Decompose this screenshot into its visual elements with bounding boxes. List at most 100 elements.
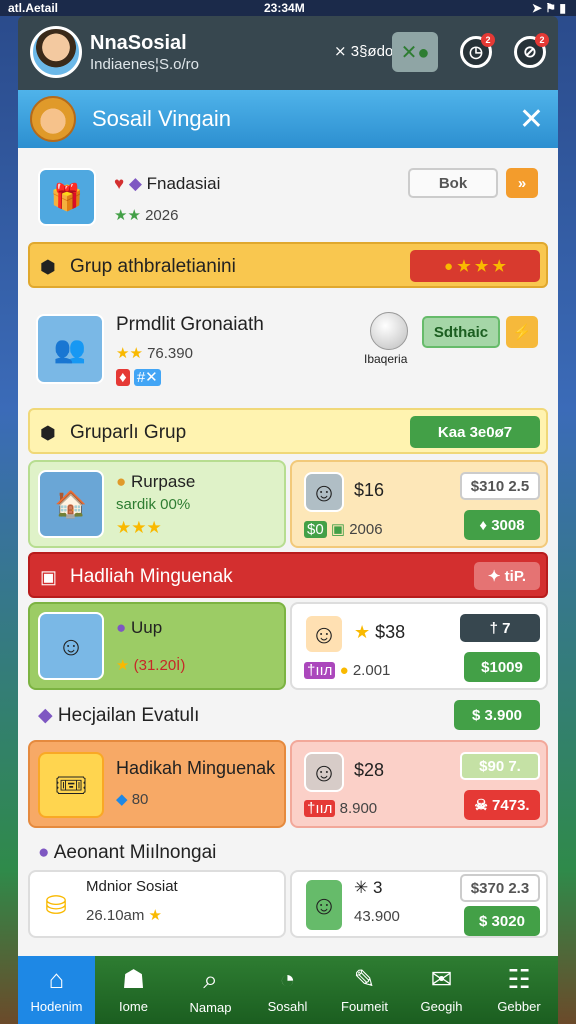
card-d-value: 2.001 bbox=[352, 662, 391, 679]
search-icon: ⌕ bbox=[203, 964, 218, 994]
nav-label: Sosahl bbox=[267, 999, 308, 1014]
card-f-pill: $90 7. bbox=[460, 752, 540, 780]
group-section-label: Gruparlı Grup bbox=[70, 422, 187, 443]
card-h-pill: $370 2.3 bbox=[460, 874, 540, 902]
nav-label: Geogih bbox=[420, 999, 463, 1014]
main-panel: Sosail Vingain ✕ 🎁 ♥ ◆ Fnadasiai ★ ★ 2026… bbox=[18, 90, 558, 956]
heart-icon: ♥ bbox=[114, 174, 125, 193]
weekly-gift-label: Hadliah Minguenak bbox=[70, 566, 233, 587]
lightning-button[interactable]: ⚡ bbox=[506, 316, 538, 348]
clock-icon: ◷ bbox=[469, 44, 483, 61]
card-f-buy-button[interactable]: ☠ 7473. bbox=[464, 790, 540, 820]
close-icon[interactable]: ✕ bbox=[519, 102, 544, 137]
house-icon: 🏠 bbox=[38, 470, 104, 538]
card-weekly-gift[interactable]: 🎟 Hadikah Minguenak ◆ 80 bbox=[28, 740, 286, 828]
ticket-icon: 🎟 bbox=[38, 752, 104, 818]
section4-button[interactable]: $ 3.900 bbox=[454, 700, 540, 730]
card-c-sub: (31.20İ) bbox=[133, 657, 186, 674]
card-mdnior[interactable]: ⛁ Mdnior Sosiat 26.10am ★ bbox=[28, 870, 286, 938]
panel-title: Sosail Vingain bbox=[92, 106, 232, 131]
compass-icon: ◔ bbox=[279, 964, 296, 994]
card-price-28[interactable]: ☺ $28 †ııл 8.900 $90 7. ☠ 7473. bbox=[290, 740, 548, 828]
nav-item-search[interactable]: ⌕ Namap bbox=[172, 956, 249, 1024]
clock: 23:34M bbox=[264, 1, 305, 15]
nav-item-chat[interactable]: ✉ Geogih bbox=[403, 956, 480, 1024]
card-f-chip: †ııл bbox=[304, 800, 336, 817]
group-icon: ⬢ bbox=[40, 257, 56, 277]
weekly-gift-button[interactable]: ✦ tiP. bbox=[474, 562, 540, 590]
forward-button[interactable]: » bbox=[506, 168, 538, 198]
stars-icon: ★★★ bbox=[116, 518, 162, 537]
nav-label: Iome bbox=[119, 999, 148, 1014]
card-b-chip: $0 bbox=[304, 521, 327, 538]
tag-icon: ● bbox=[38, 842, 50, 863]
star-icon: ★ bbox=[116, 657, 130, 674]
bottom-nav: ⌂ Hodenim ☗ Iome ⌕ Namap ◔ Sosahl ✎ Foum… bbox=[18, 956, 558, 1024]
row2-name: Prmdlit Gronaiath bbox=[116, 314, 264, 335]
profile-avatar: ☺ bbox=[38, 612, 104, 680]
money-icon: ✕● bbox=[400, 41, 430, 64]
home-icon: ⌂ bbox=[48, 964, 65, 994]
nav-item-feather[interactable]: ✎ Foumeit bbox=[326, 956, 403, 1024]
card-price-3[interactable]: ☺ ✳ 3 43.900 $370 2.3 $ 3020 bbox=[290, 870, 548, 938]
star-icon: ★ bbox=[148, 907, 162, 924]
card-a-title: Rurpase bbox=[131, 472, 196, 491]
character-icon: ☺ bbox=[304, 614, 344, 654]
row2-rating: 76.390 bbox=[147, 345, 193, 362]
gift-icon: 🎁 bbox=[38, 168, 96, 226]
group-banner[interactable]: ⬢ Grup athbraletianini ● ★ ★ ★ bbox=[28, 242, 548, 288]
nav-item-grid[interactable]: ☷ Gebber bbox=[480, 956, 558, 1024]
gem-icon: ◆ bbox=[128, 174, 142, 193]
card-uup[interactable]: ☺ ● Uup ★ (31.20İ) bbox=[28, 602, 286, 690]
card-price-16[interactable]: ☺ $16 $0 ▣ 2006 $310 2.5 ♦ 3008 bbox=[290, 460, 548, 548]
reward-button[interactable]: ✕● bbox=[392, 32, 438, 72]
signal-status: atl.Aetail bbox=[8, 1, 59, 15]
coin-balance: ⨯ 3§ødo bbox=[334, 43, 394, 60]
grid-icon: ☷ bbox=[507, 964, 531, 994]
character-icon: ☺ bbox=[304, 878, 344, 932]
subscribe-button[interactable]: Sdthaic bbox=[422, 316, 500, 348]
nav-item-home[interactable]: ⌂ Hodenim bbox=[18, 956, 95, 1024]
book-button[interactable]: Bok bbox=[408, 168, 498, 198]
card-d-chip: †ııл bbox=[304, 662, 336, 679]
group-section[interactable]: ⬢ Gruparlı Grup Kaa 3e0ø7 bbox=[28, 408, 548, 454]
card-d-buy-button[interactable]: $1009 bbox=[464, 652, 540, 682]
notification-badge: 2 bbox=[481, 33, 495, 47]
nav-label: Gebber bbox=[497, 999, 541, 1014]
app-header: NnaSosial Indiaenes¦S.o/ro ⨯ 3§ødo ✕● ◷ … bbox=[18, 16, 558, 90]
card-b-buy-button[interactable]: ♦ 3008 bbox=[464, 510, 540, 540]
row2-caption: Ibaqeria bbox=[364, 352, 408, 366]
weekly-gift-banner[interactable]: ▣ Hadliah Minguenak ✦ tiP. bbox=[28, 552, 548, 598]
card-g-sub: 26.10am bbox=[86, 907, 145, 924]
gem-icon: ● bbox=[116, 618, 127, 637]
card-e-title: Hadikah Minguenak bbox=[116, 758, 276, 778]
tag-icon: ◆ bbox=[38, 705, 53, 726]
card-h-buy-button[interactable]: $ 3020 bbox=[464, 906, 540, 936]
user-subtitle: Indiaenes¦S.o/ro bbox=[90, 56, 199, 73]
card-g-title: Mdnior Sosiat bbox=[86, 878, 178, 895]
status-bar: atl.Aetail 23:34M ➤ ⚑ ▮ bbox=[0, 0, 576, 16]
chat-icon: ✉ bbox=[430, 964, 453, 994]
coins-icon: ⛁ bbox=[36, 878, 76, 932]
settings-button[interactable]: ⊘ 2 bbox=[514, 33, 549, 68]
row1-name: Fnadasiai bbox=[146, 174, 221, 193]
diamond-icon: ◆ bbox=[116, 791, 128, 808]
card-rurpase[interactable]: 🏠 ● Rurpase sardik 00% ★★★ bbox=[28, 460, 286, 548]
settings-badge: 2 bbox=[535, 33, 549, 47]
nav-label: Namap bbox=[189, 1000, 232, 1015]
system-icons: ➤ ⚑ ▮ bbox=[531, 1, 566, 15]
mascot-icon bbox=[30, 96, 76, 142]
card-price-38[interactable]: ☺ ★ $38 †ııл ● 2.001 † 7 $1009 bbox=[290, 602, 548, 690]
nav-label: Foumeit bbox=[341, 999, 388, 1014]
card-b-pill: $310 2.5 bbox=[460, 472, 540, 500]
card-c-title: Uup bbox=[131, 618, 163, 637]
nav-item-house[interactable]: ☗ Iome bbox=[95, 956, 172, 1024]
notifications-button[interactable]: ◷ 2 bbox=[460, 33, 495, 68]
group-join-button[interactable]: Kaa 3e0ø7 bbox=[410, 416, 540, 448]
user-avatar[interactable] bbox=[30, 26, 82, 78]
nav-item-social[interactable]: ◔ Sosahl bbox=[249, 956, 326, 1024]
card-d-pill: † 7 bbox=[460, 614, 540, 642]
row1-rating: 2026 bbox=[145, 207, 179, 224]
card-a-sub: sardik 00% bbox=[116, 496, 191, 513]
rating-badge: ● ★ ★ ★ bbox=[410, 250, 540, 282]
